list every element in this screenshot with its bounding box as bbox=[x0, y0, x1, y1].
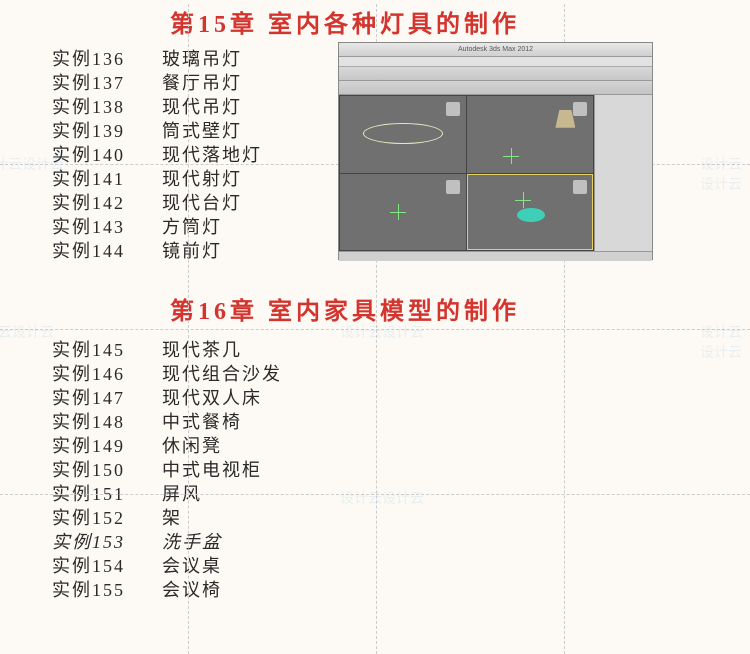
viewport-left bbox=[340, 174, 466, 251]
app-toolbar bbox=[339, 67, 652, 81]
list-item: 实例147现代双人床 bbox=[52, 386, 750, 410]
list-item: 实例154会议桌 bbox=[52, 554, 750, 578]
chapter-16-title: 第16章 室内家具模型的制作 bbox=[170, 291, 750, 326]
list-item: 实例153洗手盆 bbox=[52, 530, 750, 554]
embedded-3d-app-screenshot: Autodesk 3ds Max 2012 bbox=[338, 42, 653, 260]
list-item: 实例152架 bbox=[52, 506, 750, 530]
app-menubar bbox=[339, 57, 652, 67]
command-panel bbox=[594, 95, 652, 251]
viewcube-icon bbox=[573, 180, 587, 194]
list-item: 实例155会议椅 bbox=[52, 578, 750, 602]
chapter-16-list: 实例145现代茶几 实例146现代组合沙发 实例147现代双人床 实例148中式… bbox=[52, 338, 750, 602]
list-item: 实例150中式电视柜 bbox=[52, 458, 750, 482]
list-item: 实例146现代组合沙发 bbox=[52, 362, 750, 386]
app-titlebar: Autodesk 3ds Max 2012 bbox=[339, 43, 652, 57]
viewcube-icon bbox=[446, 180, 460, 194]
viewports bbox=[339, 95, 594, 251]
list-item: 实例145现代茶几 bbox=[52, 338, 750, 362]
app-ribbon bbox=[339, 81, 652, 95]
viewcube-icon bbox=[573, 102, 587, 116]
list-item: 实例148中式餐椅 bbox=[52, 410, 750, 434]
viewport-front bbox=[467, 96, 593, 173]
viewcube-icon bbox=[446, 102, 460, 116]
chapter-15-title: 第15章 室内各种灯具的制作 bbox=[170, 4, 750, 39]
list-item: 实例149休闲凳 bbox=[52, 434, 750, 458]
app-statusbar bbox=[339, 251, 652, 261]
viewport-top bbox=[340, 96, 466, 173]
viewport-perspective bbox=[467, 174, 593, 251]
